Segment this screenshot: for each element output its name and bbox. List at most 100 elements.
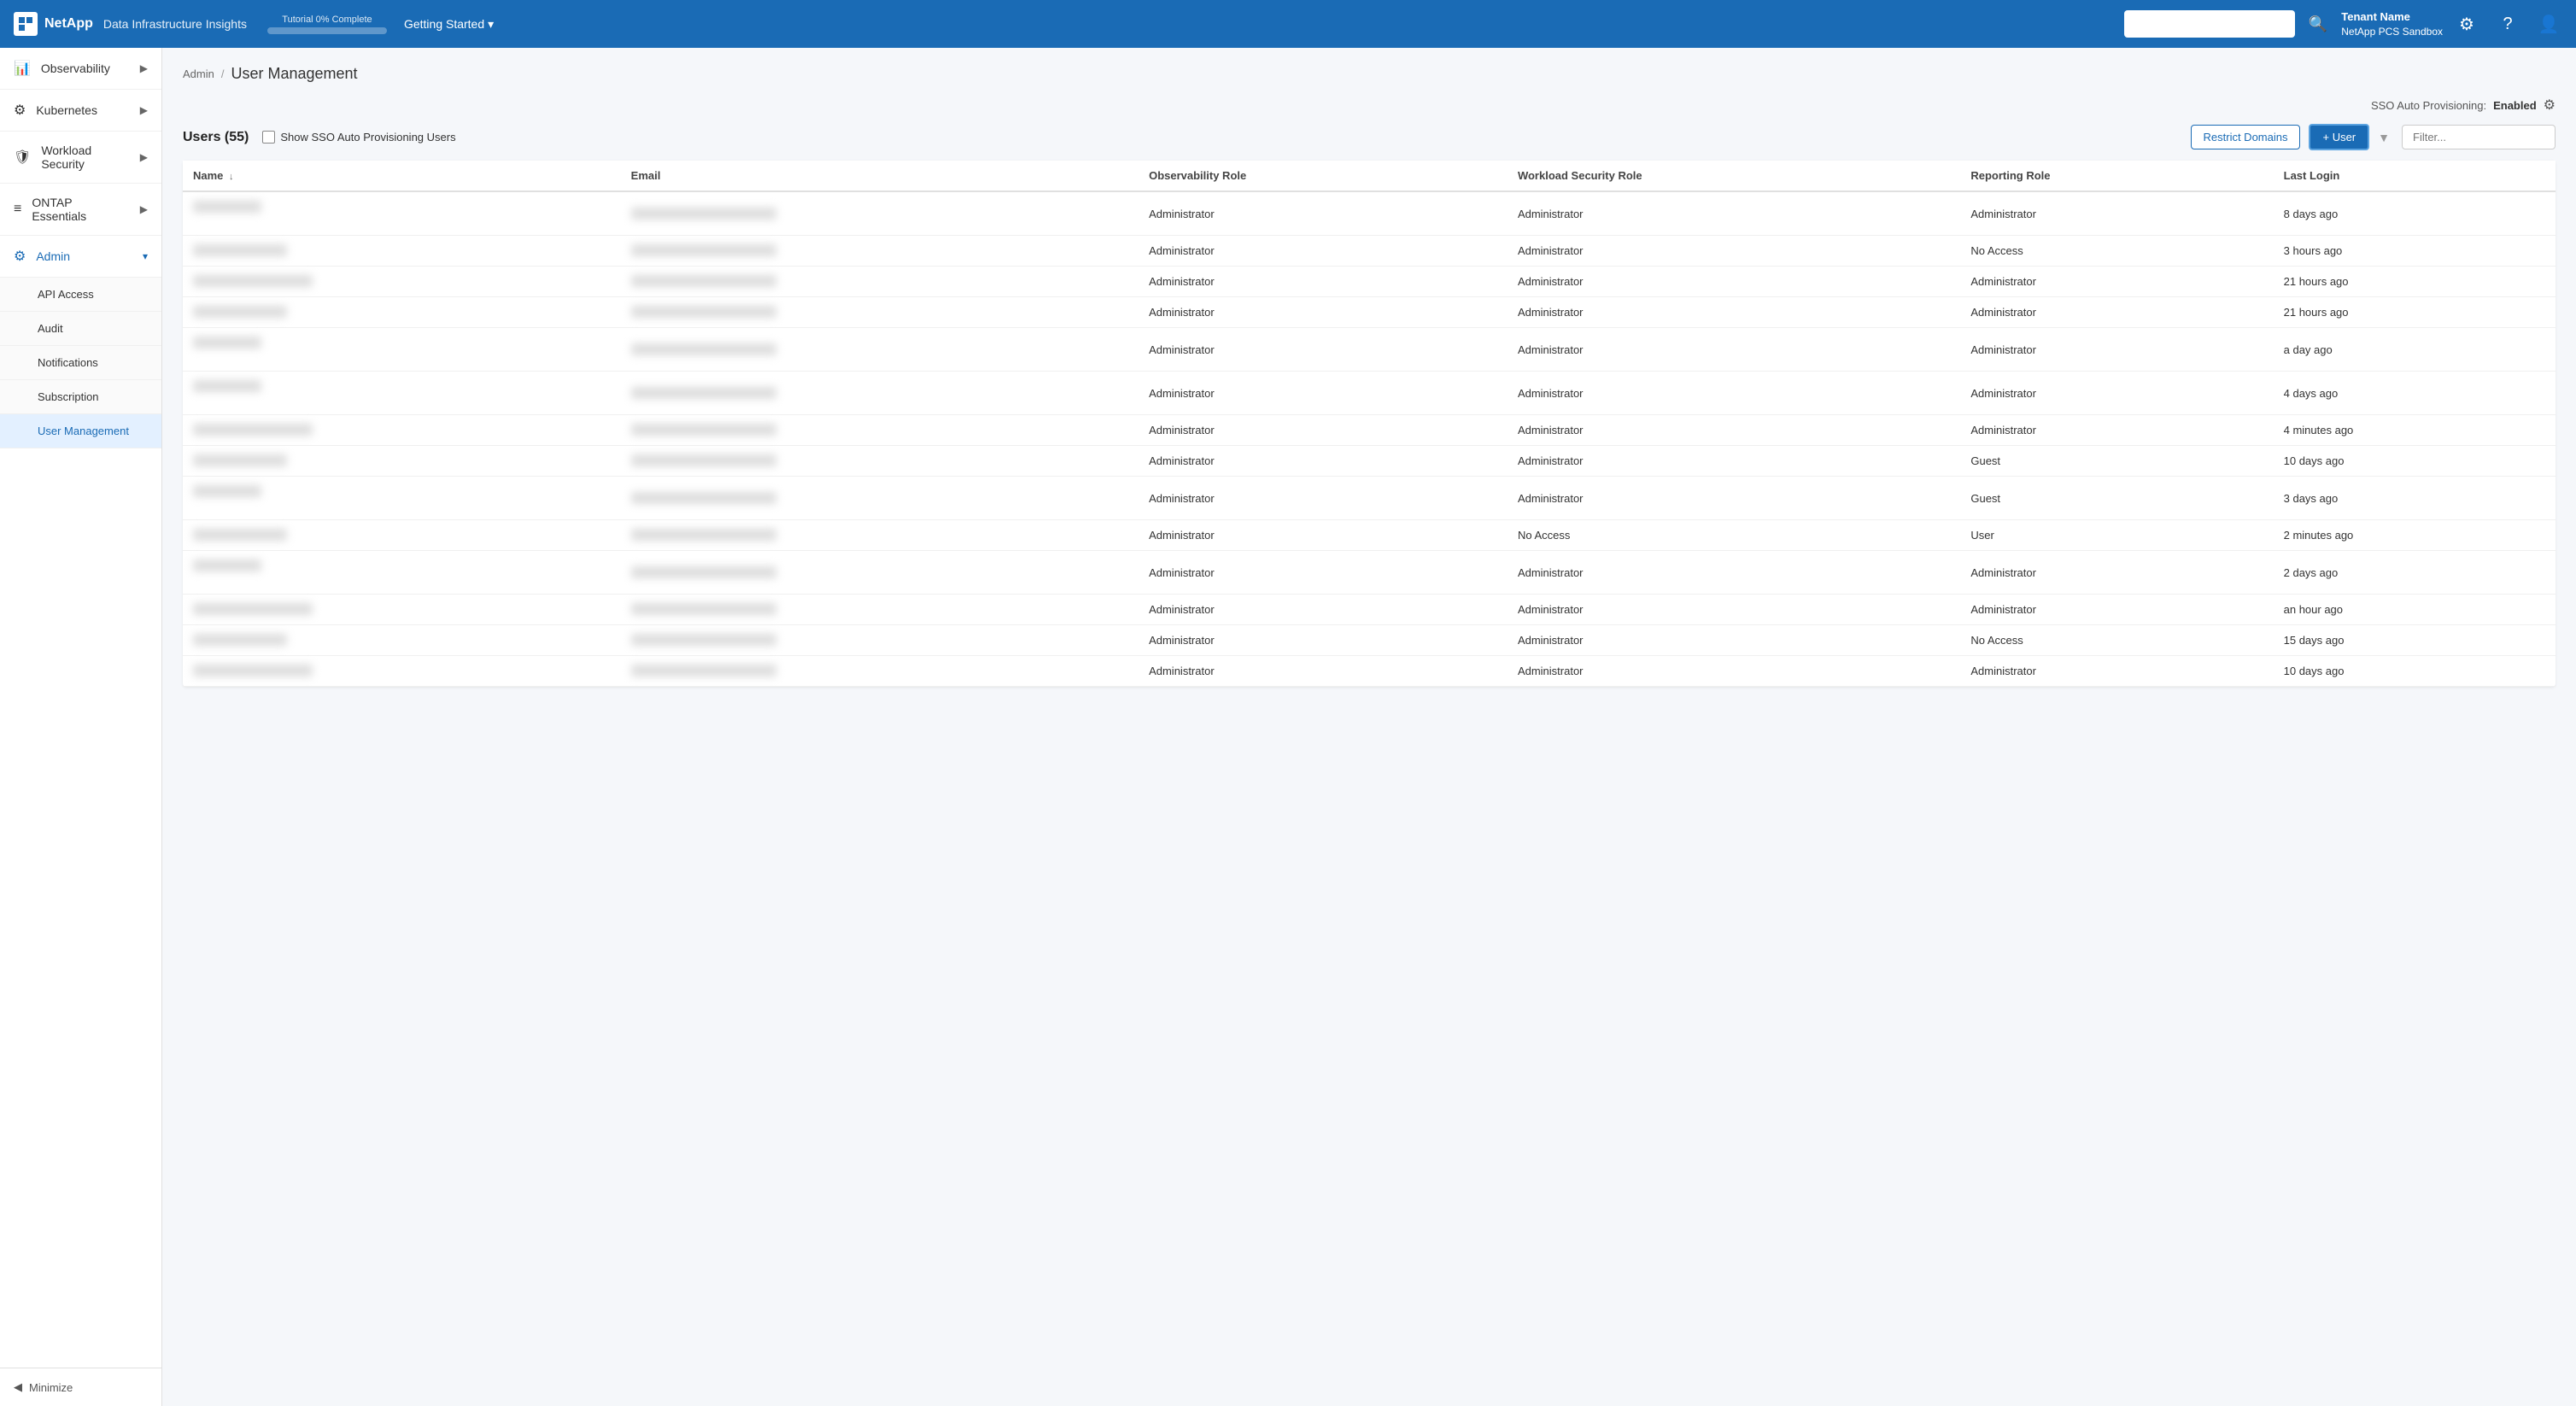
- sidebar-item-user-management[interactable]: User Management: [0, 414, 161, 448]
- chevron-down-icon: ▾: [488, 17, 494, 32]
- col-name[interactable]: Name ↓: [183, 161, 621, 191]
- toolbar-right: Restrict Domains + User ▼: [2191, 124, 2556, 150]
- tutorial-label: Tutorial 0% Complete: [282, 15, 372, 25]
- sidebar-item-audit[interactable]: Audit: [0, 312, 161, 346]
- add-user-button[interactable]: + User: [2309, 124, 2369, 150]
- sso-config-icon[interactable]: ⚙: [2544, 97, 2556, 114]
- table-row[interactable]: blurred name hereblurred@email.comAdmini…: [183, 372, 2556, 415]
- cell-email: blurred@email.com: [621, 267, 1139, 297]
- cell-workloadSecurityRole: Administrator: [1508, 267, 1960, 297]
- sidebar-item-kubernetes[interactable]: ⚙ Kubernetes ▶: [0, 90, 161, 132]
- show-sso-checkbox[interactable]: [262, 131, 275, 144]
- tutorial-progress-bar: [267, 27, 387, 34]
- cell-email: blurred@email.com: [621, 477, 1139, 520]
- chevron-right-icon-4: ▶: [140, 203, 148, 215]
- table-row[interactable]: blurred name hereblurred@email.comAdmini…: [183, 328, 2556, 372]
- cell-reportingRole: Administrator: [1960, 372, 2273, 415]
- users-toolbar: Users (55) Show SSO Auto Provisioning Us…: [183, 124, 2556, 150]
- cell-workloadSecurityRole: Administrator: [1508, 477, 1960, 520]
- filter-input[interactable]: [2402, 125, 2556, 149]
- cell-reportingRole: No Access: [1960, 625, 2273, 656]
- top-nav-icons: ⚙ ? 👤: [2453, 10, 2562, 38]
- sidebar-item-workload-security[interactable]: 🛡 Workload Security ▶: [0, 132, 161, 184]
- cell-lastLogin: 10 days ago: [2274, 446, 2556, 477]
- sidebar-item-notifications[interactable]: Notifications: [0, 346, 161, 380]
- settings-icon-button[interactable]: ⚙: [2453, 10, 2480, 38]
- netapp-logo-icon: [14, 12, 38, 36]
- table-row[interactable]: blurred name hereblurred@email.comAdmini…: [183, 477, 2556, 520]
- cell-workloadSecurityRole: Administrator: [1508, 415, 1960, 446]
- sidebar-item-api-access[interactable]: API Access: [0, 278, 161, 312]
- chevron-right-icon-2: ▶: [140, 104, 148, 116]
- cell-workloadSecurityRole: Administrator: [1508, 191, 1960, 236]
- breadcrumb-admin-link[interactable]: Admin: [183, 67, 214, 80]
- search-icon-button[interactable]: 🔍: [2305, 12, 2331, 37]
- ontap-icon: ≡: [14, 202, 21, 217]
- getting-started-button[interactable]: Getting Started ▾: [397, 14, 501, 35]
- search-input[interactable]: [2124, 10, 2295, 38]
- cell-name: blurred name here: [183, 446, 621, 477]
- restrict-domains-button[interactable]: Restrict Domains: [2191, 125, 2301, 149]
- table-row[interactable]: blurred name hereblurred@email.comAdmini…: [183, 625, 2556, 656]
- cell-lastLogin: an hour ago: [2274, 595, 2556, 625]
- cell-lastLogin: 10 days ago: [2274, 656, 2556, 687]
- breadcrumb: Admin / User Management: [183, 65, 2556, 83]
- cell-name: blurred name here: [183, 372, 621, 415]
- col-last-login: Last Login: [2274, 161, 2556, 191]
- table-row[interactable]: blurred name hereblurred@email.comAdmini…: [183, 415, 2556, 446]
- minimize-button[interactable]: ◀ Minimize: [0, 1368, 161, 1406]
- tenant-name: Tenant Name: [2341, 9, 2443, 25]
- cell-observabilityRole: Administrator: [1139, 625, 1508, 656]
- cell-reportingRole: Administrator: [1960, 297, 2273, 328]
- cell-observabilityRole: Administrator: [1139, 267, 1508, 297]
- col-email: Email: [621, 161, 1139, 191]
- table-row[interactable]: blurred name hereblurred@email.comAdmini…: [183, 191, 2556, 236]
- sidebar-item-admin[interactable]: ⚙ Admin ▾: [0, 236, 161, 278]
- sidebar-item-observability[interactable]: 📊 Observability ▶: [0, 48, 161, 90]
- table-row[interactable]: blurred name hereblurred@email.comAdmini…: [183, 267, 2556, 297]
- users-count: Users (55): [183, 130, 249, 145]
- user-icon: 👤: [2538, 14, 2560, 35]
- gear-icon: ⚙: [2459, 14, 2474, 35]
- cell-email: blurred@email.com: [621, 236, 1139, 267]
- cell-workloadSecurityRole: Administrator: [1508, 328, 1960, 372]
- cell-email: blurred@email.com: [621, 328, 1139, 372]
- users-table: Name ↓ Email Observability Role Workload…: [183, 161, 2556, 687]
- filter-icon: ▼: [2378, 131, 2390, 144]
- sidebar-item-kubernetes-label: Kubernetes: [36, 103, 129, 117]
- cell-name: blurred name here: [183, 267, 621, 297]
- cell-lastLogin: a day ago: [2274, 328, 2556, 372]
- table-row[interactable]: blurred name hereblurred@email.comAdmini…: [183, 551, 2556, 595]
- table-row[interactable]: blurred name hereblurred@email.comAdmini…: [183, 236, 2556, 267]
- sso-header: SSO Auto Provisioning: Enabled ⚙: [183, 97, 2556, 114]
- cell-name: blurred name here: [183, 297, 621, 328]
- cell-observabilityRole: Administrator: [1139, 477, 1508, 520]
- netapp-logo[interactable]: NetApp: [14, 12, 93, 36]
- cell-observabilityRole: Administrator: [1139, 595, 1508, 625]
- table-row[interactable]: blurred name hereblurred@email.comAdmini…: [183, 520, 2556, 551]
- cell-reportingRole: Guest: [1960, 446, 2273, 477]
- cell-workloadSecurityRole: Administrator: [1508, 656, 1960, 687]
- user-icon-button[interactable]: 👤: [2535, 10, 2562, 38]
- cell-email: blurred@email.com: [621, 446, 1139, 477]
- cell-email: blurred@email.com: [621, 191, 1139, 236]
- cell-observabilityRole: Administrator: [1139, 191, 1508, 236]
- sidebar-item-subscription[interactable]: Subscription: [0, 380, 161, 414]
- app-name: Data Infrastructure Insights: [103, 17, 247, 31]
- cell-lastLogin: 4 days ago: [2274, 372, 2556, 415]
- cell-lastLogin: 4 minutes ago: [2274, 415, 2556, 446]
- cell-name: blurred name here: [183, 415, 621, 446]
- help-icon-button[interactable]: ?: [2494, 10, 2521, 38]
- cell-observabilityRole: Administrator: [1139, 551, 1508, 595]
- cell-name: blurred name here: [183, 625, 621, 656]
- cell-observabilityRole: Administrator: [1139, 328, 1508, 372]
- cell-email: blurred@email.com: [621, 595, 1139, 625]
- table-row[interactable]: blurred name hereblurred@email.comAdmini…: [183, 297, 2556, 328]
- cell-reportingRole: User: [1960, 520, 2273, 551]
- sidebar-item-ontap[interactable]: ≡ ONTAP Essentials ▶: [0, 184, 161, 236]
- cell-email: blurred@email.com: [621, 625, 1139, 656]
- show-sso-checkbox-label[interactable]: Show SSO Auto Provisioning Users: [262, 131, 455, 144]
- table-row[interactable]: blurred name hereblurred@email.comAdmini…: [183, 595, 2556, 625]
- table-row[interactable]: blurred name hereblurred@email.comAdmini…: [183, 656, 2556, 687]
- table-row[interactable]: blurred name hereblurred@email.comAdmini…: [183, 446, 2556, 477]
